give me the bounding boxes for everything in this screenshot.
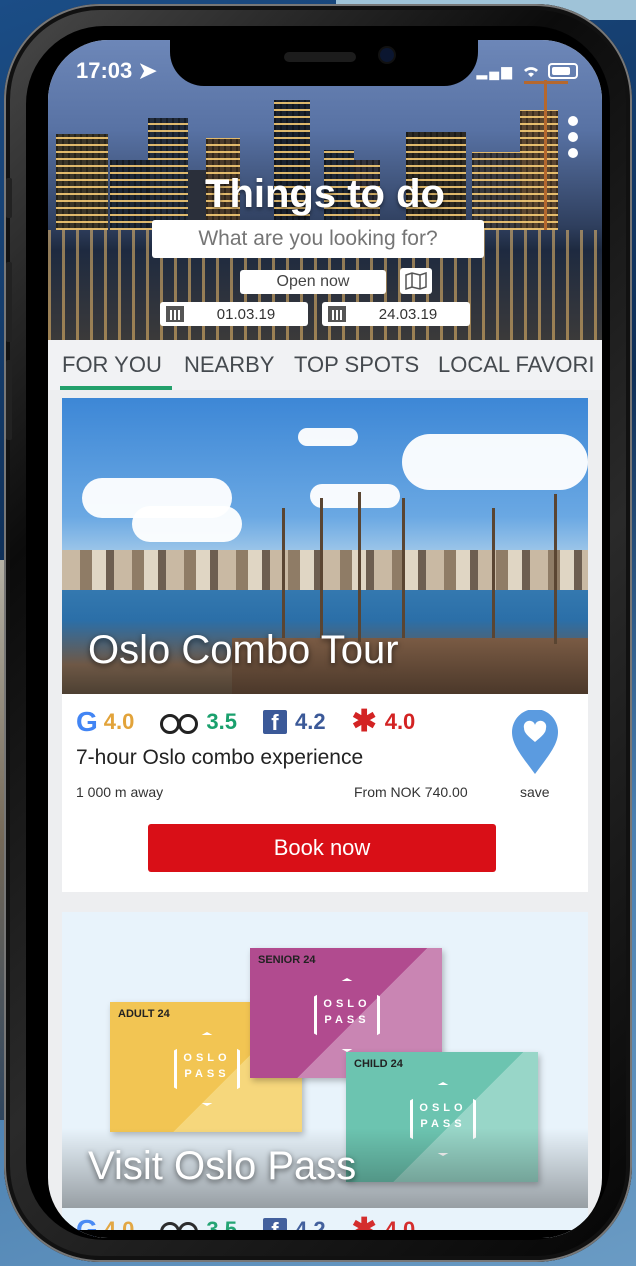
battery-icon [548, 63, 578, 80]
status-icons: ▂▄▆ [477, 60, 578, 81]
activity-card[interactable]: ADULT 24 OSLO PASS SENIOR 24 OSLO PASS C… [62, 912, 588, 1238]
map-button[interactable] [400, 268, 432, 294]
wifi-icon [521, 60, 548, 80]
date-from-value: 01.03.19 [216, 305, 276, 323]
calendar-icon [328, 306, 346, 322]
screen-bottom-edge [48, 1230, 602, 1238]
category-tabs: FOR YOU NEARBY TOP SPOTS LOCAL FAVORI [48, 340, 602, 390]
activity-card[interactable]: Oslo Combo Tour G 4.0 3.5 f 4.2 ✱ 4.0 7-hou… [62, 398, 588, 892]
volume-up-button [6, 262, 12, 342]
mute-switch [6, 178, 12, 218]
active-tab-indicator [60, 386, 172, 390]
tab-for-you[interactable]: FOR YOU [62, 352, 162, 378]
card-distance: 1 000 m away [76, 784, 164, 800]
notch [170, 40, 478, 86]
facebook-icon: f [262, 709, 287, 735]
status-time: 17:03 ➤ [76, 58, 157, 83]
card-price: From NOK 740.00 [354, 784, 468, 800]
map-icon [405, 272, 427, 290]
volume-down-button [6, 360, 12, 440]
open-now-filter[interactable]: Open now [240, 270, 386, 294]
tripadvisor-rating: 3.5 [160, 709, 237, 735]
yelp-icon: ✱ [351, 705, 377, 738]
tab-local-favorites[interactable]: LOCAL FAVORI [438, 352, 595, 378]
tab-top-spots[interactable]: TOP SPOTS [294, 352, 419, 378]
location-arrow-icon: ➤ [138, 58, 157, 83]
date-to-value: 24.03.19 [378, 305, 438, 323]
tripadvisor-icon [160, 712, 199, 734]
yelp-rating: ✱ 4.0 [351, 705, 416, 738]
tab-nearby[interactable]: NEARBY [184, 352, 274, 378]
book-now-button[interactable]: Book now [148, 824, 496, 872]
page-title: Things to do [205, 172, 445, 216]
date-from-picker[interactable]: 01.03.19 [160, 302, 308, 326]
facebook-rating: f 4.2 [262, 709, 326, 735]
heart-pin-icon[interactable] [510, 710, 560, 776]
date-to-picker[interactable]: 24.03.19 [322, 302, 470, 326]
card-description: 7-hour Oslo combo experience [76, 746, 364, 769]
search-input[interactable] [152, 220, 484, 258]
google-rating: G 4.0 [76, 705, 135, 737]
front-camera [380, 48, 394, 62]
card-title: Oslo Combo Tour [88, 628, 399, 672]
google-icon: G [76, 705, 98, 737]
save-label[interactable]: save [520, 784, 550, 800]
card-title: Visit Oslo Pass [88, 1144, 357, 1188]
signal-icon: ▂▄▆ [476, 63, 514, 79]
phone-screen: 17:03 ➤ ▂▄▆ Things to do Open now 01.03.… [48, 40, 602, 1238]
more-vertical-icon[interactable] [568, 116, 578, 164]
calendar-icon [166, 306, 184, 322]
ratings-row: G 4.0 3.5 f 4.2 ✱ 4.0 [76, 704, 441, 739]
card-image: Oslo Combo Tour [62, 398, 588, 694]
speaker [284, 52, 356, 62]
